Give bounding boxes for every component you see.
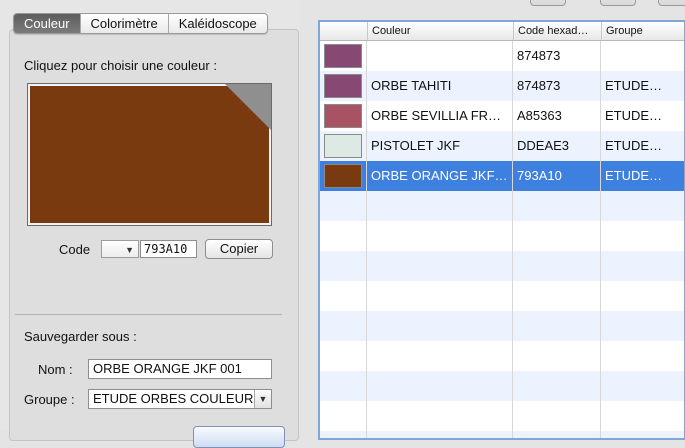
table-header: Couleur Code hexad… Groupe	[320, 22, 684, 41]
divider	[15, 314, 282, 315]
table-row[interactable]	[320, 191, 684, 221]
color-picker-swatch[interactable]	[27, 83, 272, 226]
header-groupe[interactable]: Groupe	[601, 22, 684, 40]
cell-group	[601, 41, 684, 71]
name-label: Nom :	[38, 362, 73, 377]
row-swatch	[320, 101, 367, 131]
code-format-select[interactable]: ▼	[101, 240, 139, 258]
swatch-corner-fold	[225, 84, 271, 130]
table-row[interactable]: ORBE TAHITI 874873 ETUDE…	[320, 71, 684, 101]
top-toolbar-buttons	[530, 0, 685, 6]
cell-name: ORBE ORANGE JKF…	[371, 168, 508, 183]
table-row[interactable]	[320, 371, 684, 401]
column-divider	[512, 41, 513, 438]
row-swatch	[320, 41, 367, 71]
cell-name: ORBE TAHITI	[371, 78, 452, 93]
column-divider	[600, 41, 601, 438]
header-couleur[interactable]: Couleur	[367, 22, 512, 40]
table-row[interactable]	[320, 251, 684, 281]
cell-code: 793A10	[517, 168, 562, 183]
save-as-heading: Sauvegarder sous :	[24, 329, 137, 344]
table-row[interactable]: PISTOLET JKF DDEAE3 ETUDE…	[320, 131, 684, 161]
cell-name	[367, 41, 511, 71]
cell-code: A85363	[517, 108, 562, 123]
cell-group: ETUDE…	[605, 108, 663, 123]
header-code[interactable]: Code hexad…	[513, 22, 598, 40]
column-divider	[366, 41, 367, 438]
chevron-down-icon: ▼	[125, 245, 134, 255]
cell-name: ORBE SEVILLIA FR…	[371, 108, 502, 123]
cell-name: PISTOLET JKF	[371, 138, 461, 153]
group-select-value: ETUDE ORBES COULEUR	[93, 391, 254, 406]
name-field[interactable]: ORBE ORANGE JKF 001	[88, 359, 272, 379]
choose-color-prompt: Cliquez pour choisir une couleur :	[24, 58, 217, 73]
table-row[interactable]	[320, 431, 684, 438]
cell-group: ETUDE…	[605, 168, 663, 183]
toolbar-button-left[interactable]	[530, 0, 566, 6]
group-select[interactable]: ETUDE ORBES COULEUR ▼	[88, 389, 272, 409]
color-list[interactable]: Couleur Code hexad… Groupe 874873 ORBE TA…	[318, 20, 685, 440]
table-row[interactable]	[320, 221, 684, 251]
cell-code: 874873	[517, 78, 561, 93]
copy-button[interactable]: Copier	[205, 239, 273, 259]
table-row[interactable]: ORBE ORANGE JKF… 793A10 ETUDE…	[320, 161, 684, 191]
tab-colorimetre[interactable]: Colorimètre	[79, 14, 168, 33]
table-body: 874873 ORBE TAHITI 874873 ETUDE… ORBE SEVILL…	[320, 41, 684, 438]
color-chip	[324, 104, 362, 128]
header-swatch[interactable]	[320, 22, 366, 40]
toolbar-button-right[interactable]	[658, 0, 685, 6]
color-chip	[324, 74, 362, 98]
save-button[interactable]	[193, 426, 285, 448]
tab-kaleidoscope[interactable]: Kaléidoscope	[167, 14, 267, 33]
cell-group: ETUDE…	[605, 138, 663, 153]
row-swatch	[320, 131, 367, 161]
color-panel: Couleur Colorimètre Kaléidoscope Cliquez…	[0, 0, 300, 448]
cell-code: DDEAE3	[517, 138, 570, 153]
toolbar-button-middle[interactable]	[600, 0, 636, 6]
tab-couleur[interactable]: Couleur	[14, 14, 80, 33]
cell-code: 874873	[517, 48, 561, 63]
group-label: Groupe :	[24, 392, 75, 407]
cell-group: ETUDE…	[605, 78, 663, 93]
table-row[interactable]	[320, 401, 684, 431]
row-swatch	[320, 161, 367, 191]
tab-bar: Couleur Colorimètre Kaléidoscope	[13, 13, 268, 34]
chevron-down-icon: ▼	[254, 390, 271, 408]
row-swatch	[320, 71, 367, 101]
color-chip	[324, 134, 362, 158]
code-field[interactable]: 793A10	[140, 240, 197, 258]
table-row[interactable]: ORBE SEVILLIA FR… A85363 ETUDE…	[320, 101, 684, 131]
table-row[interactable]	[320, 311, 684, 341]
table-row[interactable]	[320, 281, 684, 311]
table-row[interactable]: 874873	[320, 41, 684, 71]
table-row[interactable]	[320, 341, 684, 371]
color-chip	[324, 164, 362, 188]
color-chip	[324, 44, 362, 68]
code-label: Code	[59, 242, 91, 257]
